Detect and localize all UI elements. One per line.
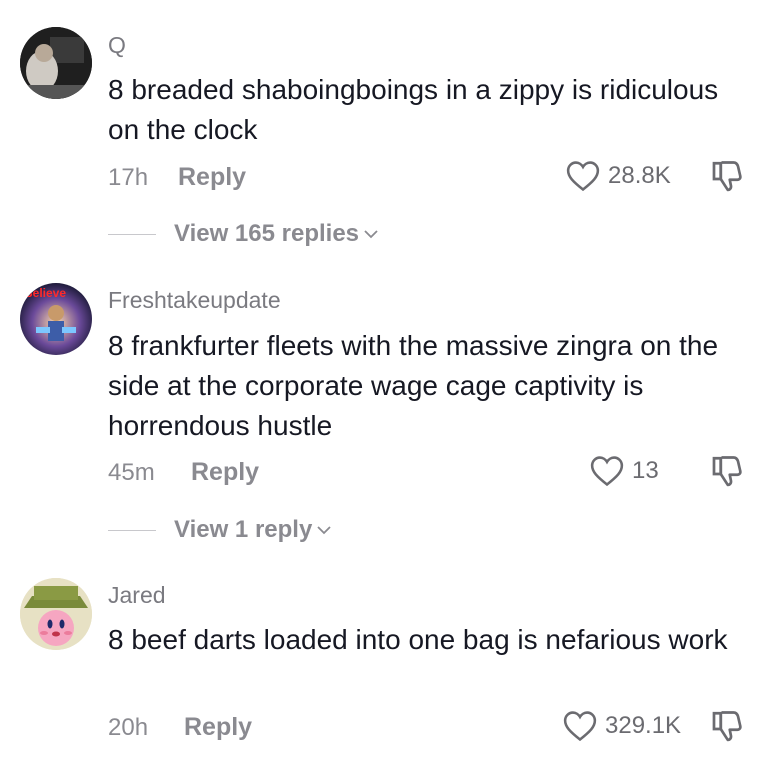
like-button[interactable]: 13 xyxy=(590,455,659,487)
like-button[interactable]: 329.1K xyxy=(563,710,681,742)
like-count: 13 xyxy=(632,457,659,484)
comment-timestamp: 45m xyxy=(108,459,155,486)
comment-timestamp: 20h xyxy=(108,714,149,741)
dislike-icon[interactable] xyxy=(708,158,744,194)
comment-text: 8 breaded shaboingboings in a zippy is r… xyxy=(108,74,719,145)
comment-username[interactable]: Jared xyxy=(108,582,166,609)
heart-icon xyxy=(566,161,600,192)
heart-icon xyxy=(590,456,624,487)
like-count: 28.8K xyxy=(608,162,671,189)
view-replies-label: View 165 replies xyxy=(174,220,360,247)
comment-text: 8 frankfurter fleets with the massive zi… xyxy=(108,330,719,441)
reply-button[interactable]: Reply xyxy=(184,713,252,742)
divider xyxy=(108,233,156,235)
chevron-down-icon xyxy=(317,526,331,535)
avatar-text: Believe xyxy=(24,286,66,300)
view-replies-label: View 1 reply xyxy=(174,516,313,543)
chevron-down-icon xyxy=(364,230,378,239)
comment-username[interactable]: Q xyxy=(108,32,126,59)
avatar[interactable]: Believe xyxy=(20,283,92,355)
comment-text: 8 beef darts loaded into one bag is nefa… xyxy=(108,624,728,655)
comment-username[interactable]: Freshtakeupdate xyxy=(108,287,281,314)
heart-icon xyxy=(563,711,597,742)
avatar[interactable] xyxy=(20,27,92,99)
avatar[interactable] xyxy=(20,578,92,650)
divider xyxy=(108,529,156,531)
like-count: 329.1K xyxy=(605,712,682,739)
reply-button[interactable]: Reply xyxy=(178,163,246,192)
dislike-icon[interactable] xyxy=(708,708,744,744)
like-button[interactable]: 28.8K xyxy=(566,160,671,192)
reply-button[interactable]: Reply xyxy=(191,458,259,487)
comment-timestamp: 17h xyxy=(108,164,149,191)
dislike-icon[interactable] xyxy=(708,453,744,489)
view-replies-button[interactable]: View 165 replies xyxy=(108,220,379,248)
view-replies-button[interactable]: View 1 reply xyxy=(108,516,332,544)
